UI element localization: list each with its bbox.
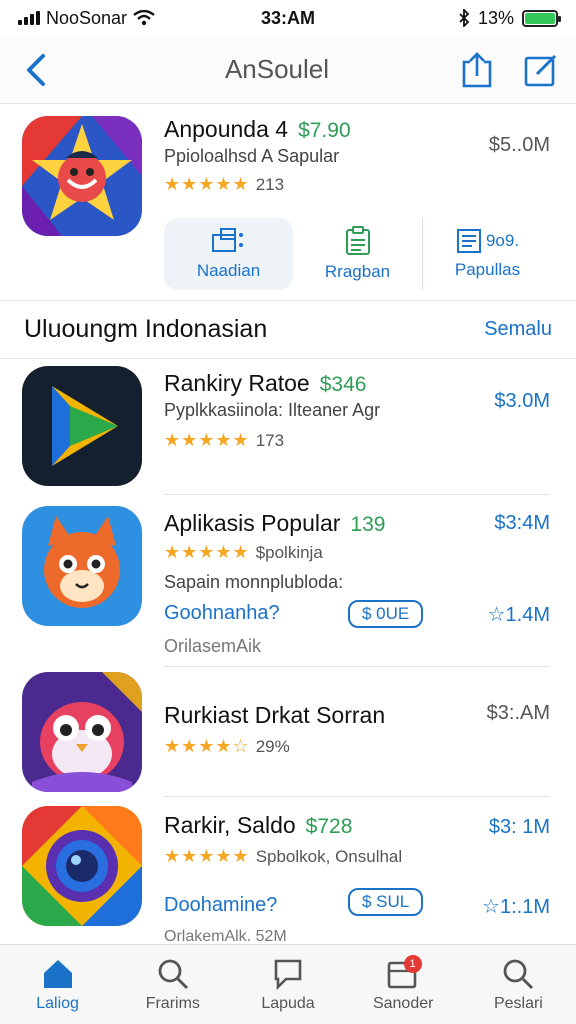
see-all-link[interactable]: Semalu	[484, 318, 552, 341]
share-button[interactable]	[458, 51, 496, 89]
list-item[interactable]: Rarkir, Saldo $728 ★★★★★ Spbolkok, Onsulha…	[0, 806, 576, 945]
home-icon	[43, 959, 72, 988]
featured-app-card[interactable]: Anpounda 4 $7.90 Ppioloalhsd A Sapular ★★…	[0, 112, 576, 298]
divider	[164, 666, 550, 667]
segment-naadian[interactable]: Naadian	[164, 218, 293, 290]
app-size: $3:.AM	[486, 702, 550, 724]
app-rating: ★★★★★ 173	[164, 430, 285, 450]
wifi-icon	[133, 10, 155, 26]
star-rating-icon: ★★★★★	[164, 174, 250, 194]
get-button[interactable]: $ 0UE	[348, 600, 424, 628]
chat-icon	[274, 959, 302, 990]
featured-segmented-control: Naadian Rragban 9o9. Papullas	[164, 218, 552, 290]
tab-search-2[interactable]: Peslari	[461, 945, 576, 1024]
battery-icon	[522, 9, 561, 27]
section-title: Uluoungm Indonasian	[24, 315, 268, 343]
app-name: Aplikasis Popular 139	[164, 510, 386, 536]
star-rating-icon: ★★★★☆	[164, 736, 250, 756]
carrier-label: NooSonar	[46, 7, 128, 28]
section-header: Uluoungm Indonasian Semalu	[0, 300, 576, 358]
app-rating: ★★★★☆ 29%	[164, 736, 290, 756]
list-item[interactable]: Rurkiast Drkat Sorran ★★★★☆ 29% $3:.AM	[0, 672, 576, 794]
clipboard-icon	[345, 226, 370, 255]
developer-link[interactable]: Goohnanha?	[164, 602, 280, 625]
segment-extra: 9o9.	[485, 231, 520, 250]
app-name: Rarkir, Saldo $728	[164, 812, 353, 838]
document-icon	[456, 229, 481, 253]
featured-app-size: $5..0M	[488, 134, 550, 156]
app-name: Rankiry Ratoe $346	[164, 370, 367, 396]
app-size: $3: 1M	[488, 816, 550, 838]
app-subtitle: Pyplkkasiinola: Ilteaner Agr	[164, 400, 381, 420]
share-icon	[462, 51, 492, 87]
app-size: $3.0M	[494, 390, 550, 412]
developer-name: OrilasemAik	[164, 636, 262, 656]
app-rating: ★★★★★ $polkinja	[164, 542, 323, 562]
star-rating-icon: ★★★★★	[164, 846, 250, 866]
featured-app-rating: ★★★★★ 213	[164, 174, 285, 194]
star-rating-icon: ★★★★★	[164, 542, 250, 562]
get-button[interactable]: $ SUL	[348, 888, 424, 916]
signal-icon	[18, 11, 40, 25]
image-icon	[211, 228, 243, 252]
app-size: $3:4M	[494, 512, 550, 534]
featured-app-subtitle: Ppioloalhsd A Sapular	[164, 146, 340, 166]
search-icon	[504, 959, 534, 989]
app-icon-play	[22, 366, 142, 486]
divider	[0, 358, 576, 359]
tab-updates[interactable]: 1 Sanoder	[346, 945, 461, 1024]
featured-app-icon	[22, 116, 142, 236]
status-left: NooSonar	[18, 8, 218, 29]
status-bar: NooSonar 33:AM 13%	[0, 0, 576, 36]
compose-button[interactable]	[522, 51, 560, 89]
segment-rragban[interactable]: Rragban	[293, 218, 422, 290]
back-button[interactable]	[16, 50, 56, 90]
app-description: Sapain monnplubloda:	[164, 572, 344, 592]
list-item[interactable]: Rankiry Ratoe $346 Pyplkkasiinola: Iltean…	[0, 366, 576, 494]
featured-app-price: $7.90	[298, 119, 351, 142]
battery-percent: 13%	[477, 7, 514, 28]
app-icon-fox	[22, 506, 142, 626]
status-time: 33:AM	[260, 7, 315, 28]
app-size-secondary: ☆1.4M	[487, 604, 550, 626]
star-rating-icon: ★★★★★	[164, 430, 250, 450]
divider	[164, 494, 550, 495]
list-item[interactable]: Aplikasis Popular 139 ★★★★★ $polkinja Sapa…	[0, 506, 576, 666]
app-icon-owl	[22, 672, 142, 792]
compose-icon	[524, 54, 557, 86]
developer-link[interactable]: Doohamine?	[164, 894, 277, 917]
status-right: 13%	[358, 7, 561, 29]
featured-app-name: Anpounda 4 $7.90	[164, 116, 351, 142]
app-name: Rurkiast Drkat Sorran	[164, 702, 386, 728]
app-rating: ★★★★★ Spbolkok, Onsulhal	[164, 846, 403, 866]
bluetooth-icon	[459, 9, 470, 27]
notification-badge: 1	[403, 955, 422, 973]
tab-bar: Laliog Frarims Lapuda 1 Sanoder Peslari	[0, 944, 576, 1024]
tab-search-1[interactable]: Frarims	[115, 945, 230, 1024]
app-icon-camera	[22, 806, 142, 926]
tab-chat[interactable]: Lapuda	[230, 945, 345, 1024]
page-title: AnSoulel	[224, 54, 330, 84]
search-icon	[158, 959, 188, 989]
navigation-bar: AnSoulel	[0, 36, 576, 104]
chevron-left-icon	[27, 53, 45, 86]
tab-home[interactable]: Laliog	[0, 945, 115, 1024]
segment-papullas[interactable]: 9o9. Papullas	[422, 218, 552, 290]
app-size-secondary: ☆1:.1M	[482, 896, 550, 918]
divider	[164, 796, 550, 797]
